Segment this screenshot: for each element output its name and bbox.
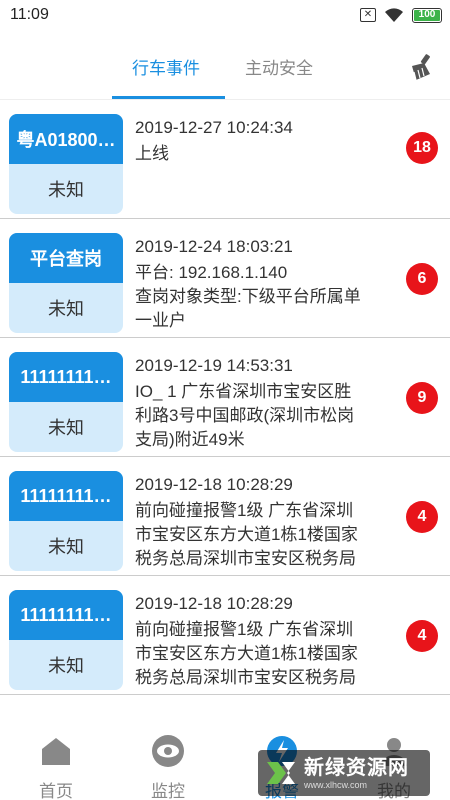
tab-active-safety[interactable]: 主动安全: [245, 54, 313, 79]
event-description: IO_ 1 广东省深圳市宝安区胜 利路3号中国邮政(深圳市松岗 支局)附近49米: [135, 382, 355, 449]
event-time: 2019-12-24 18:03:21: [135, 237, 293, 256]
event-list: 粤A01800… 未知 2019-12-27 10:24:34 上线 18 平台…: [0, 100, 450, 695]
wifi-icon: [385, 8, 403, 22]
event-time: 2019-12-27 10:24:34: [135, 118, 293, 137]
site-watermark: 新绿资源网 www.xlhcw.com: [258, 750, 430, 796]
status-time: 11:09: [10, 6, 49, 23]
count-badge: 9: [406, 382, 438, 414]
vehicle-card: 粤A01800… 未知: [9, 114, 123, 214]
event-info: 2019-12-19 14:53:31 IO_ 1 广东省深圳市宝安区胜 利路3…: [135, 354, 403, 452]
eye-icon: [152, 735, 184, 767]
watermark-title: 新绿资源网: [304, 756, 409, 779]
vehicle-plate: 11111111…: [20, 604, 112, 625]
vehicle-plate: 11111111…: [20, 366, 112, 387]
event-row[interactable]: 11111111… 未知 2019-12-19 14:53:31 IO_ 1 广…: [0, 338, 450, 457]
vehicle-status: 未知: [48, 537, 84, 557]
count-badge: 18: [406, 132, 438, 164]
vehicle-card: 11111111… 未知: [9, 471, 123, 571]
event-row[interactable]: 粤A01800… 未知 2019-12-27 10:24:34 上线 18: [0, 100, 450, 219]
event-row[interactable]: 11111111… 未知 2019-12-18 10:28:29 前向碰撞报警1…: [0, 457, 450, 576]
event-row[interactable]: 11111111… 未知 2019-12-18 10:28:29 前向碰撞报警1…: [0, 576, 450, 695]
battery-icon: 100: [412, 7, 442, 23]
event-info: 2019-12-27 10:24:34 上线: [135, 116, 403, 166]
watermark-url: www.xlhcw.com: [304, 779, 368, 790]
nav-home[interactable]: 首页: [16, 734, 96, 800]
no-sim-icon: ✕: [360, 8, 376, 22]
top-tabs: 行车事件 主动安全: [0, 32, 450, 100]
vehicle-card: 平台查岗 未知: [9, 233, 123, 333]
event-time: 2019-12-19 14:53:31: [135, 356, 293, 375]
broom-icon[interactable]: [406, 52, 436, 82]
status-bar: 11:09 ✕ 100: [0, 0, 450, 32]
vehicle-status: 未知: [48, 656, 84, 676]
event-description: 前向碰撞报警1级 广东省深圳 市宝安区东方大道1栋1楼国家 税务总局深圳市宝安区…: [135, 501, 358, 568]
watermark-logo-icon: [267, 762, 295, 784]
event-description: 平台: 192.168.1.140 查岗对象类型:下级平台所属单 一业户: [135, 263, 361, 330]
nav-monitor-label: 监控: [151, 782, 185, 800]
vehicle-plate: 平台查岗: [30, 249, 102, 269]
vehicle-status: 未知: [48, 299, 84, 319]
vehicle-card: 11111111… 未知: [9, 352, 123, 452]
event-description: 前向碰撞报警1级 广东省深圳 市宝安区东方大道1栋1楼国家 税务总局深圳市宝安区…: [135, 620, 358, 687]
event-row[interactable]: 平台查岗 未知 2019-12-24 18:03:21 平台: 192.168.…: [0, 219, 450, 338]
tab-driving-events[interactable]: 行车事件: [132, 54, 200, 79]
event-info: 2019-12-18 10:28:29 前向碰撞报警1级 广东省深圳 市宝安区东…: [135, 473, 403, 571]
vehicle-plate: 11111111…: [20, 485, 112, 506]
home-icon: [42, 738, 70, 765]
vehicle-status: 未知: [48, 180, 84, 200]
count-badge: 4: [406, 620, 438, 652]
nav-home-label: 首页: [39, 782, 73, 800]
event-info: 2019-12-24 18:03:21 平台: 192.168.1.140 查岗…: [135, 235, 403, 333]
event-info: 2019-12-18 10:28:29 前向碰撞报警1级 广东省深圳 市宝安区东…: [135, 592, 403, 690]
vehicle-status: 未知: [48, 418, 84, 438]
event-time: 2019-12-18 10:28:29: [135, 594, 293, 613]
active-tab-indicator: [112, 96, 225, 99]
vehicle-plate: 粤A01800…: [16, 130, 116, 150]
count-badge: 6: [406, 263, 438, 295]
status-icons: ✕ 100: [360, 7, 442, 23]
nav-monitor[interactable]: 监控: [128, 734, 208, 800]
count-badge: 4: [406, 501, 438, 533]
battery-level: 100: [418, 8, 436, 20]
vehicle-card: 11111111… 未知: [9, 590, 123, 690]
event-time: 2019-12-18 10:28:29: [135, 475, 293, 494]
event-description: 上线: [135, 144, 169, 163]
